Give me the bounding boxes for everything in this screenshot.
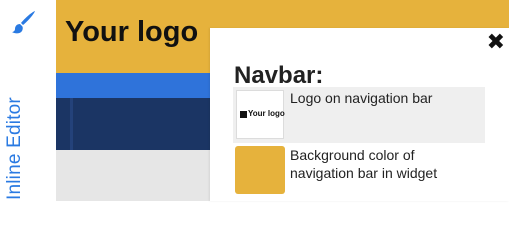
inline-editor-label[interactable]: Inline Editor xyxy=(4,97,26,200)
color-swatch[interactable] xyxy=(235,146,285,194)
close-icon[interactable]: ✖ xyxy=(487,30,505,54)
logo-thumbnail-text: Your logo xyxy=(248,109,285,118)
site-logo-text: Your logo xyxy=(65,16,199,48)
logo-option-label: Logo on navigation bar xyxy=(290,90,433,106)
panel-title: Navbar: xyxy=(234,62,324,89)
navbar-settings-panel: ✖ Navbar: Your logo Logo on navigation b… xyxy=(210,28,509,201)
background-color-label: Background color of navigation bar in wi… xyxy=(290,147,438,181)
nav-divider xyxy=(70,98,73,150)
logo-thumbnail: Your logo xyxy=(236,90,285,139)
logo-option[interactable]: Your logo Logo on navigation bar xyxy=(233,87,485,143)
inline-editor-rail: Inline Editor xyxy=(0,0,56,201)
logo-square-icon xyxy=(240,111,247,118)
background-color-option[interactable]: Background color of navigation bar in wi… xyxy=(233,146,485,198)
paintbrush-icon[interactable] xyxy=(10,8,38,36)
